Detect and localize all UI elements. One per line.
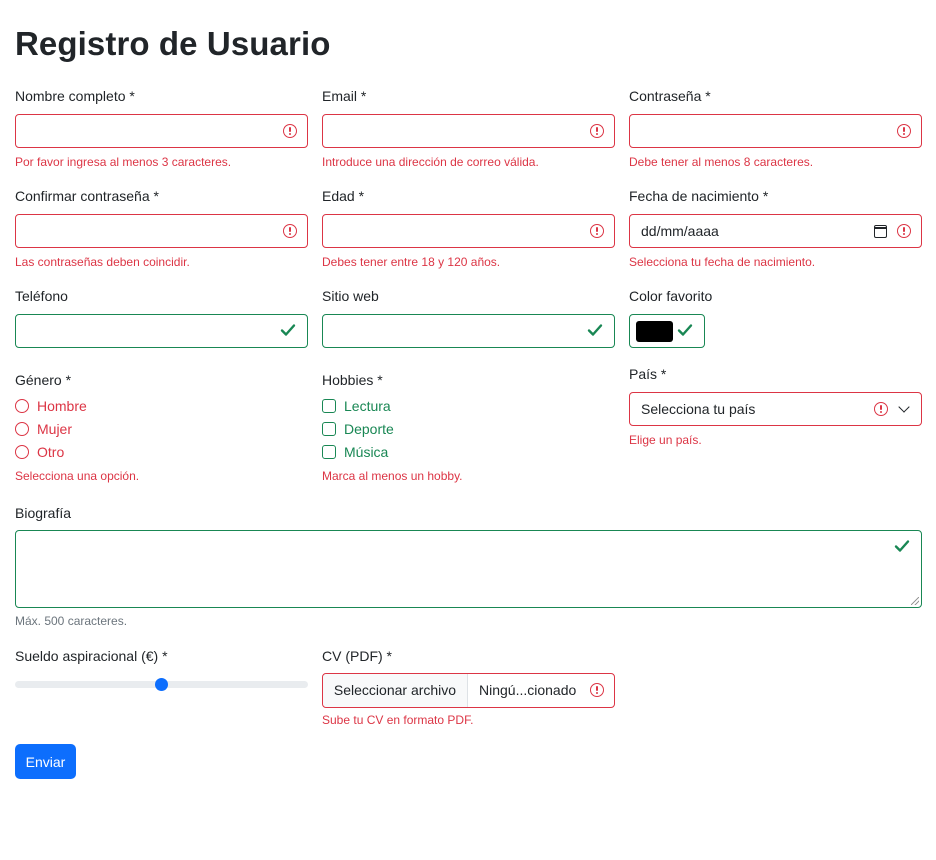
edad-error: Debes tener entre 18 y 120 años. (322, 255, 501, 269)
genero-error: Selecciona una opción. (15, 469, 140, 483)
password-error: Debe tener al menos 8 caracteres. (629, 155, 814, 169)
nombre-input[interactable] (15, 114, 308, 148)
hobbies-error: Marca al menos un hobby. (322, 469, 463, 483)
radio-hombre[interactable]: Hombre (15, 394, 308, 417)
bio-label: Biografía (15, 505, 72, 521)
error-icon (590, 124, 604, 138)
telefono-input[interactable] (15, 314, 308, 348)
radio-label: Otro (37, 443, 65, 460)
genero-field: Género * Hombre Mujer Otro Selecciona un… (15, 371, 308, 484)
edad-field: Edad * Debes tener entre 18 y 120 años. (322, 187, 615, 270)
edad-label: Edad * (322, 188, 365, 204)
checkbox-label: Lectura (344, 397, 391, 414)
nombre-error: Por favor ingresa al menos 3 caracteres. (15, 155, 232, 169)
fecha-label: Fecha de nacimiento * (629, 188, 769, 204)
pais-value: Selecciona tu país (641, 401, 756, 417)
error-icon (897, 224, 911, 238)
pais-field: País * Selecciona tu país Elige un país. (629, 365, 922, 448)
genero-label: Género * (15, 372, 72, 388)
fecha-error: Selecciona tu fecha de nacimiento. (629, 255, 816, 269)
email-label: Email * (322, 88, 367, 104)
bio-hint: Máx. 500 caracteres. (15, 614, 128, 628)
password-field: Contraseña * Debe tener al menos 8 carac… (629, 87, 922, 170)
error-icon (283, 124, 297, 138)
sueldo-label: Sueldo aspiracional (€) * (15, 648, 168, 664)
page-title: Registro de Usuario (15, 25, 331, 62)
cv-file-input[interactable]: Seleccionar archivo Ningú...cionado (322, 673, 615, 708)
check-icon (587, 324, 603, 336)
submit-button[interactable]: Enviar (15, 744, 76, 779)
pais-select[interactable]: Selecciona tu país (629, 392, 922, 426)
fecha-placeholder: dd/mm/aaaa (641, 223, 719, 239)
error-icon (590, 224, 604, 238)
password-label: Contraseña * (629, 88, 711, 104)
error-icon (590, 683, 604, 697)
checkbox-musica[interactable]: Música (322, 440, 615, 463)
confirm-label: Confirmar contraseña * (15, 188, 159, 204)
checkbox-label: Música (344, 443, 389, 460)
pais-label: País * (629, 366, 667, 382)
edad-input[interactable] (322, 214, 615, 248)
fecha-input[interactable]: dd/mm/aaaa (629, 214, 922, 248)
chevron-down-icon (898, 401, 910, 413)
radio-icon[interactable] (15, 398, 29, 413)
checkbox-icon[interactable] (322, 444, 336, 459)
file-name: Ningú...cionado (479, 682, 577, 698)
cv-error: Sube tu CV en formato PDF. (322, 713, 474, 727)
checkbox-lectura[interactable]: Lectura (322, 394, 615, 417)
confirm-error: Las contraseñas deben coincidir. (15, 255, 190, 269)
color-field: Color favorito (629, 287, 922, 348)
resize-handle[interactable] (911, 597, 919, 605)
error-icon (897, 124, 911, 138)
slider-thumb[interactable] (155, 678, 168, 691)
telefono-label: Teléfono (15, 288, 68, 304)
radio-mujer[interactable]: Mujer (15, 417, 308, 440)
pais-error: Elige un país. (629, 433, 702, 447)
radio-label: Hombre (37, 397, 87, 414)
email-input[interactable] (322, 114, 615, 148)
radio-icon[interactable] (15, 421, 29, 436)
hobbies-label: Hobbies * (322, 372, 383, 388)
web-field: Sitio web (322, 287, 615, 348)
bio-textarea[interactable] (15, 530, 922, 608)
error-icon (874, 402, 888, 416)
nombre-label: Nombre completo * (15, 88, 135, 104)
radio-label: Mujer (37, 420, 73, 437)
color-swatch (636, 321, 673, 342)
error-icon (283, 224, 297, 238)
color-label: Color favorito (629, 288, 713, 304)
web-label: Sitio web (322, 288, 379, 304)
radio-icon[interactable] (15, 444, 29, 459)
fecha-field: Fecha de nacimiento * dd/mm/aaaa Selecci… (629, 187, 922, 270)
radio-otro[interactable]: Otro (15, 440, 308, 463)
sueldo-slider[interactable] (15, 678, 308, 691)
nombre-field: Nombre completo * Por favor ingresa al m… (15, 87, 308, 170)
checkbox-deporte[interactable]: Deporte (322, 417, 615, 440)
email-error: Introduce una dirección de correo válida… (322, 155, 539, 169)
telefono-field: Teléfono (15, 287, 308, 348)
calendar-icon[interactable] (874, 225, 887, 238)
file-select-button[interactable]: Seleccionar archivo (323, 674, 468, 707)
hobbies-field: Hobbies * Lectura Deporte Música Marca a… (322, 371, 615, 484)
checkbox-label: Deporte (344, 420, 394, 437)
email-field: Email * Introduce una dirección de corre… (322, 87, 615, 170)
check-icon (280, 324, 296, 336)
check-icon (894, 540, 910, 552)
checkbox-icon[interactable] (322, 421, 336, 436)
checkbox-icon[interactable] (322, 398, 336, 413)
color-picker[interactable] (629, 314, 705, 348)
web-input[interactable] (322, 314, 615, 348)
check-icon (677, 324, 693, 336)
confirm-field: Confirmar contraseña * Las contraseñas d… (15, 187, 308, 270)
password-input[interactable] (629, 114, 922, 148)
confirm-input[interactable] (15, 214, 308, 248)
cv-label: CV (PDF) * (322, 648, 392, 664)
